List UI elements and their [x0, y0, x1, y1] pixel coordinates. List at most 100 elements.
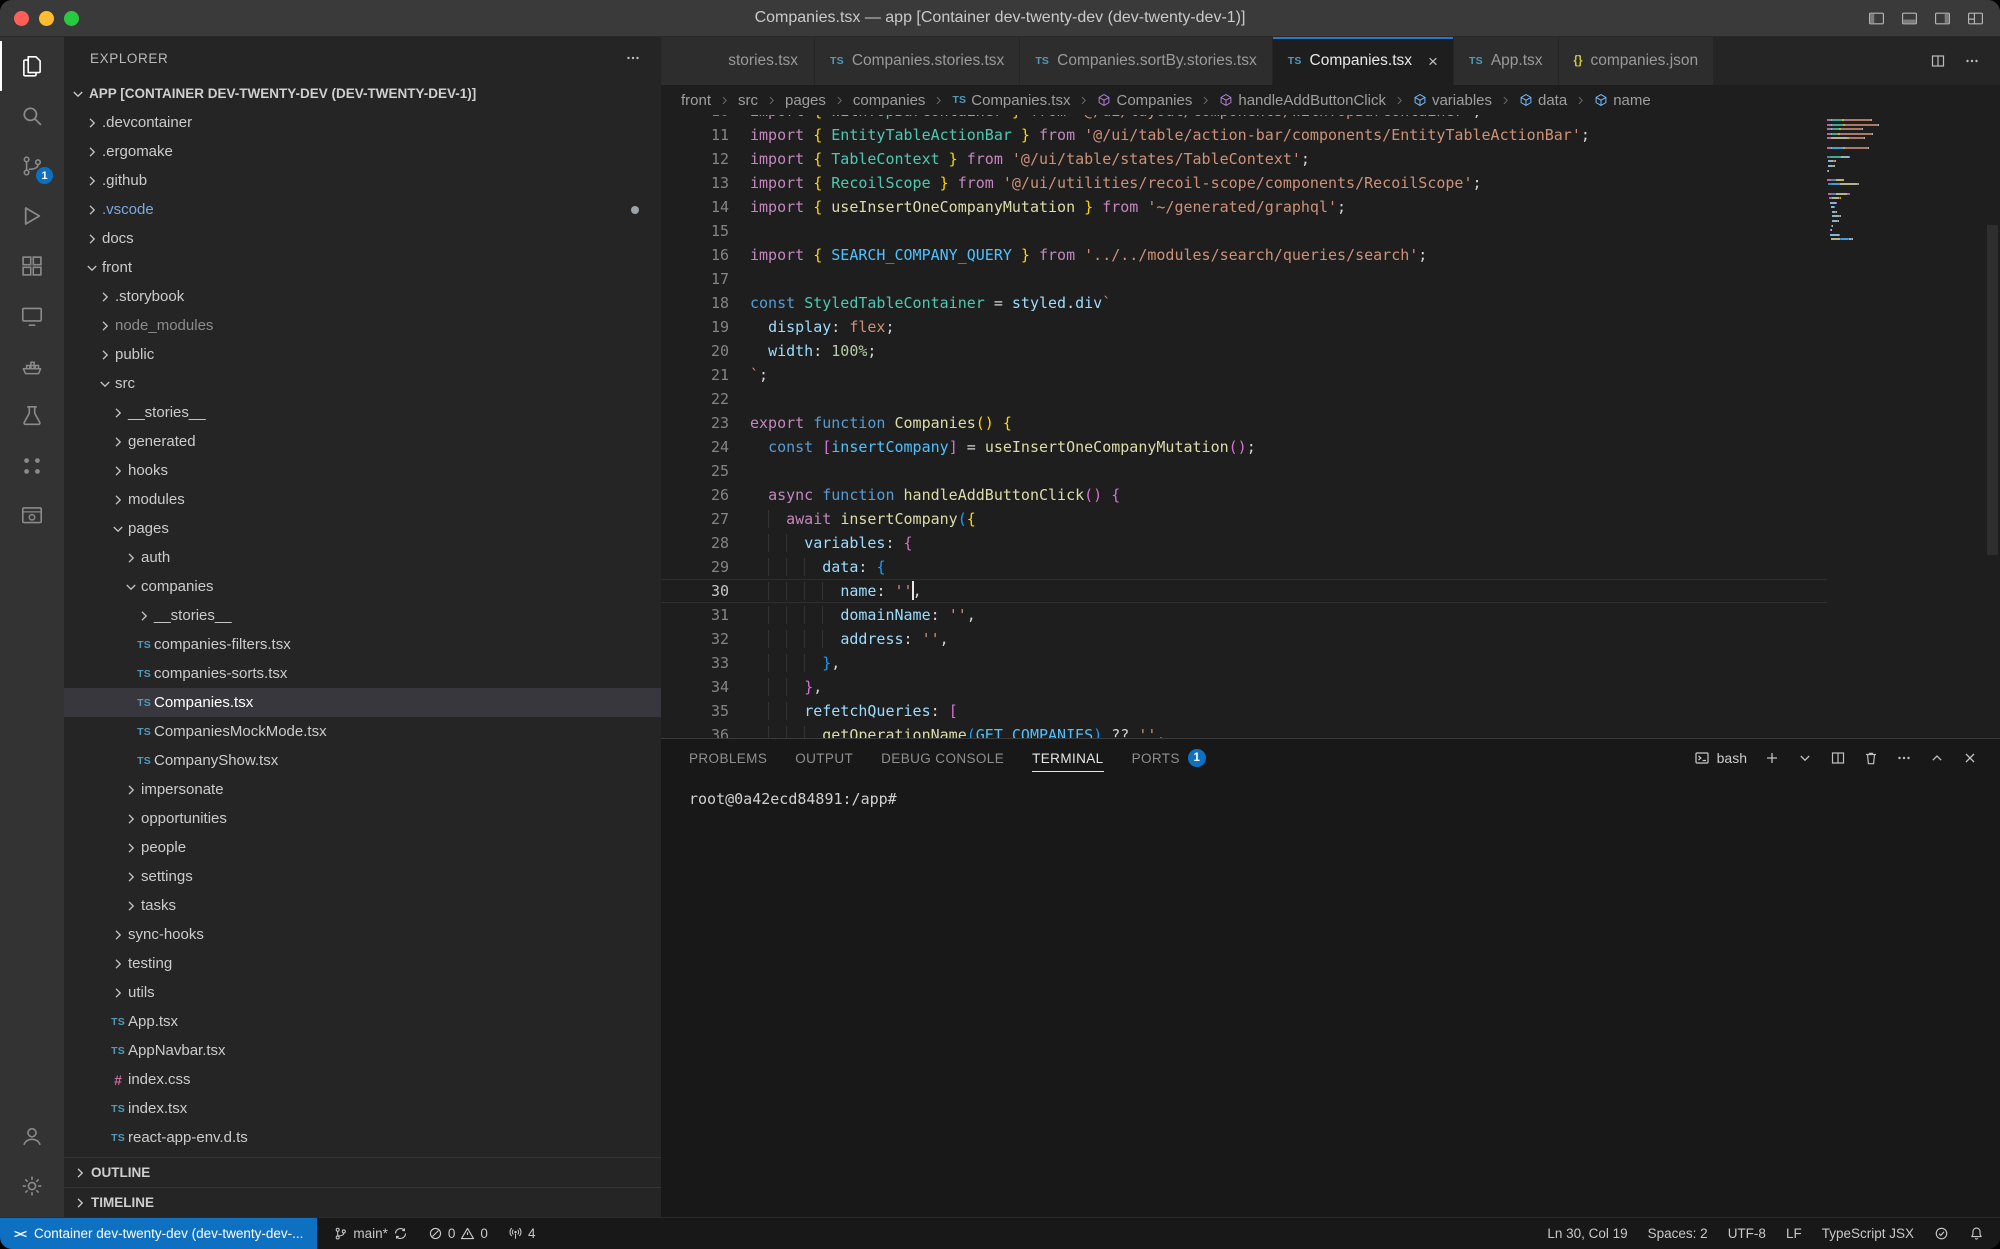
activitybar-search[interactable] [0, 91, 64, 141]
minimize-window-button[interactable] [39, 11, 54, 26]
breadcrumb-item-handleaddbuttonclick[interactable]: handleAddButtonClick [1219, 92, 1386, 109]
code-line-32[interactable]: 32 address: '', [661, 627, 2000, 651]
tree-item-index.tsx[interactable]: TSindex.tsx [64, 1094, 661, 1123]
terminal-content[interactable]: root@0a42ecd84891:/app# [661, 777, 2000, 1217]
minimap[interactable] [1827, 119, 1943, 243]
activitybar-live-preview[interactable] [0, 491, 64, 541]
more-editor-actions-icon[interactable] [1964, 53, 1980, 69]
code-line-16[interactable]: 16import { SEARCH_COMPANY_QUERY } from '… [661, 243, 2000, 267]
breadcrumb-item-src[interactable]: src [738, 92, 758, 109]
editor-scrollbar[interactable] [1985, 115, 2000, 738]
panel-tab-ports[interactable]: PORTS1 [1132, 739, 1206, 777]
activitybar-explorer[interactable] [0, 41, 64, 91]
problems-status[interactable]: 0 0 [428, 1226, 488, 1241]
code-line-10[interactable]: 10import { WithTopBarContainer } from '@… [661, 115, 2000, 123]
breadcrumb-item-pages[interactable]: pages [785, 92, 826, 109]
tree-item-companies.tsx[interactable]: TSCompanies.tsx [64, 688, 661, 717]
code-editor[interactable]: 10import { WithTopBarContainer } from '@… [661, 115, 2000, 738]
tree-item-companies[interactable]: companies [64, 572, 661, 601]
tree-item-docs[interactable]: docs [64, 224, 661, 253]
editor-tab-stories.tsx[interactable]: stories.tsx [661, 37, 815, 85]
activitybar-extensions[interactable] [0, 241, 64, 291]
forwarded-ports-status[interactable]: 4 [508, 1226, 536, 1241]
editor-tab-companies.sortby.stories.tsx[interactable]: TSCompanies.sortBy.stories.tsx [1020, 37, 1272, 85]
code-line-13[interactable]: 13import { RecoilScope } from '@/ui/util… [661, 171, 2000, 195]
code-line-24[interactable]: 24 const [insertCompany] = useInsertOneC… [661, 435, 2000, 459]
eol-status[interactable]: LF [1786, 1226, 1802, 1241]
split-editor-icon[interactable] [1930, 53, 1946, 69]
code-line-17[interactable]: 17 [661, 267, 2000, 291]
breadcrumb-item-companies[interactable]: companies [853, 92, 926, 109]
activitybar-settings[interactable] [0, 1161, 64, 1211]
split-terminal-icon[interactable] [1830, 750, 1846, 766]
code-line-12[interactable]: 12import { TableContext } from '@/ui/tab… [661, 147, 2000, 171]
tree-item-app.tsx[interactable]: TSApp.tsx [64, 1007, 661, 1036]
tree-item-companies-filters.tsx[interactable]: TScompanies-filters.tsx [64, 630, 661, 659]
panel-tab-problems[interactable]: PROBLEMS [689, 739, 767, 777]
toggle-secondary-sidebar-icon[interactable] [1934, 10, 1951, 27]
code-line-14[interactable]: 14import { useInsertOneCompanyMutation }… [661, 195, 2000, 219]
new-terminal-icon[interactable] [1764, 750, 1780, 766]
views-more-actions-icon[interactable] [625, 50, 641, 66]
code-line-27[interactable]: 27 await insertCompany({ [661, 507, 2000, 531]
tree-item-react-app-env.d.ts[interactable]: TSreact-app-env.d.ts [64, 1123, 661, 1152]
tree-item-public[interactable]: public [64, 340, 661, 369]
remote-indicator[interactable]: >< Container dev-twenty-dev (dev-twenty-… [0, 1218, 317, 1249]
code-line-30[interactable]: 30 name: '', [661, 579, 2000, 603]
breadcrumb-item-companies[interactable]: Companies [1097, 92, 1192, 109]
close-tab-icon[interactable]: × [1428, 53, 1438, 70]
tree-item-companiesmockmode.tsx[interactable]: TSCompaniesMockMode.tsx [64, 717, 661, 746]
activitybar-grid[interactable] [0, 441, 64, 491]
tree-item-src[interactable]: src [64, 369, 661, 398]
code-line-34[interactable]: 34 }, [661, 675, 2000, 699]
code-line-33[interactable]: 33 }, [661, 651, 2000, 675]
tree-item-.storybook[interactable]: .storybook [64, 282, 661, 311]
code-line-26[interactable]: 26 async function handleAddButtonClick()… [661, 483, 2000, 507]
code-line-21[interactable]: 21`; [661, 363, 2000, 387]
code-line-35[interactable]: 35 refetchQueries: [ [661, 699, 2000, 723]
activitybar-remote-explorer[interactable] [0, 291, 64, 341]
encoding-status[interactable]: UTF-8 [1728, 1226, 1766, 1241]
code-line-11[interactable]: 11import { EntityTableActionBar } from '… [661, 123, 2000, 147]
tree-item-companyshow.tsx[interactable]: TSCompanyShow.tsx [64, 746, 661, 775]
tree-item-pages[interactable]: pages [64, 514, 661, 543]
breadcrumb-item-variables[interactable]: variables [1413, 92, 1492, 109]
language-mode-status[interactable]: TypeScript JSX [1822, 1226, 1914, 1241]
activitybar-beaker[interactable] [0, 391, 64, 441]
tree-item-people[interactable]: people [64, 833, 661, 862]
tree-item-appnavbar.tsx[interactable]: TSAppNavbar.tsx [64, 1036, 661, 1065]
close-window-button[interactable] [14, 11, 29, 26]
toggle-panel-icon[interactable] [1901, 10, 1918, 27]
code-line-22[interactable]: 22 [661, 387, 2000, 411]
maximize-panel-icon[interactable] [1929, 750, 1945, 766]
code-line-36[interactable]: 36 getOperationName(GET_COMPANIES) ?? ''… [661, 723, 2000, 738]
code-line-20[interactable]: 20 width: 100%; [661, 339, 2000, 363]
terminal-shell-selector[interactable]: bash [1694, 750, 1747, 766]
tree-item-__stories__[interactable]: __stories__ [64, 398, 661, 427]
timeline-section-header[interactable]: TIMELINE [64, 1187, 661, 1217]
tree-item-.devcontainer[interactable]: .devcontainer [64, 108, 661, 137]
activitybar-source-control[interactable]: 1 [0, 141, 64, 191]
editor-tab-app.tsx[interactable]: TSApp.tsx [1454, 37, 1559, 85]
kill-terminal-icon[interactable] [1863, 750, 1879, 766]
tree-item-tasks[interactable]: tasks [64, 891, 661, 920]
panel-tab-terminal[interactable]: TERMINAL [1032, 739, 1103, 777]
panel-tab-output[interactable]: OUTPUT [795, 739, 853, 777]
breadcrumb-item-name[interactable]: name [1594, 92, 1651, 109]
breadcrumb-item-companies.tsx[interactable]: TSCompanies.tsx [952, 92, 1070, 109]
breadcrumb-item-front[interactable]: front [681, 92, 711, 109]
code-line-29[interactable]: 29 data: { [661, 555, 2000, 579]
formatter-status-icon[interactable] [1934, 1226, 1949, 1241]
tree-item-node_modules[interactable]: node_modules [64, 311, 661, 340]
code-line-25[interactable]: 25 [661, 459, 2000, 483]
cursor-position-status[interactable]: Ln 30, Col 19 [1547, 1226, 1627, 1241]
zoom-window-button[interactable] [64, 11, 79, 26]
activitybar-docker[interactable] [0, 341, 64, 391]
tree-item-.vscode[interactable]: .vscode [64, 195, 661, 224]
tree-item-generated[interactable]: generated [64, 427, 661, 456]
close-panel-icon[interactable] [1962, 750, 1978, 766]
activitybar-account[interactable] [0, 1111, 64, 1161]
tree-item-auth[interactable]: auth [64, 543, 661, 572]
tree-item-__stories__[interactable]: __stories__ [64, 601, 661, 630]
git-branch-status[interactable]: main* [333, 1226, 408, 1241]
